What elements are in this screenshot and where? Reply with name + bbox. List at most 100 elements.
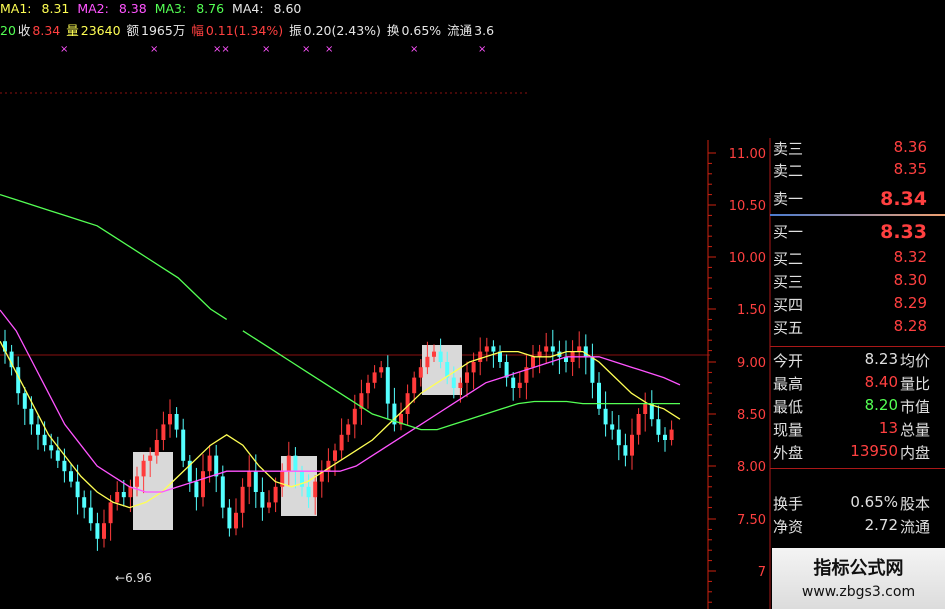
row-value: 8.40 [864,373,898,391]
candle-body [491,346,496,352]
quote-line: 20 收 8.34 量 23640 额 1965万 幅 0.11(1.34%) 振 0.20… [0,20,496,39]
row-label: 买一 [773,223,804,241]
candle-body [346,424,351,435]
candle-body [630,434,634,456]
amplitude-label: 振 [289,23,302,38]
row-label: 卖一 [773,190,804,208]
candle-body [306,486,311,498]
ma1-line [0,340,681,509]
row-value: 8.36 [893,138,927,156]
order-book-row[interactable]: 最高 8.40 量比 [770,373,945,395]
order-book-row[interactable]: 买四 8.29 [770,294,945,316]
candle-body [108,502,113,524]
candle-body [597,382,601,409]
ma-header: MA1: 8.31 MA2: 8.38 MA3: 8.76 MA4: 8.60 [0,1,305,16]
order-book-row[interactable]: 卖二 8.35 [770,160,945,182]
candle-body [95,523,100,539]
candle-body [161,424,166,440]
axis-tick-label: 8.00 [737,460,766,475]
candle-body [471,362,476,373]
ma-header-item: MA1: [0,1,32,16]
row-label: 净资 [773,518,804,536]
row-label: 现量 [773,421,804,439]
candle-body [603,408,608,425]
axis-tick-label: 11.00 [729,147,766,162]
signal-star-icon: × [60,44,69,55]
candle-body [286,455,291,472]
row-label: 买五 [773,319,804,337]
order-book-panel: 卖三 8.36 卖二 8.35 卖一 8.34 买一 8.33 买二 8.32 买三 8.30 买四 8.… [770,138,945,549]
candle-body [465,372,469,383]
order-book-row[interactable]: 净资 2.72 流通 [770,516,945,538]
row-value: 8.20 [864,396,898,414]
row-label-secondary: 总量 [900,421,931,439]
candle-body [550,346,555,352]
candle-body [458,382,463,388]
candle-body [333,450,337,461]
candle-body [432,351,436,357]
candle-body [405,393,410,414]
candle-body [293,455,298,472]
candle-body [418,367,423,378]
candle-body [643,403,648,414]
order-book-row[interactable]: 卖三 8.36 [770,138,945,160]
order-book-row[interactable]: 买一 8.33 [770,221,945,243]
close-value: 8.34 [32,23,61,38]
bid-ask-separator [770,214,945,216]
candle-body [240,486,245,513]
order-book-row[interactable]: 买三 8.30 [770,271,945,293]
panel-divider [770,468,945,469]
ma-header-value: 8.31 [41,1,70,16]
candle-body [438,351,443,362]
candle-body [425,356,430,368]
row-label-secondary: 均价 [900,352,931,370]
order-book-row[interactable]: 最低 8.20 市值 [770,396,945,418]
low-price-marker: ←6.96 [115,571,152,585]
row-label-secondary: 股本 [900,495,931,513]
ma-header-item: MA3: [154,1,187,16]
signal-star-icon: × [478,44,487,55]
axis-tick-label: 10.50 [729,199,766,214]
candle-body [313,481,318,498]
order-book-row[interactable]: 今开 8.23 均价 [770,350,945,372]
ma-header-value: 8.76 [196,1,225,16]
candle-body [636,414,641,435]
axis-tick-label: 7 [758,565,766,580]
candle-body [583,346,588,357]
signal-star-icon: × [302,44,311,55]
candle-body [214,455,219,477]
candle-body [69,471,73,482]
turnover-label: 换 [386,23,400,38]
order-book-row[interactable]: 换手 0.65% 股本 [770,493,945,515]
order-book-row[interactable]: 买五 8.28 [770,317,945,339]
candle-body [339,434,344,451]
ma-header-item: MA4: [232,1,264,16]
candle-body [148,455,153,461]
row-label: 外盘 [773,444,804,462]
row-value: 8.35 [893,160,927,178]
candle-body [484,346,489,352]
candle-body [663,434,667,440]
candle-body [181,429,186,461]
order-book-row[interactable]: 现量 13 总量 [770,419,945,441]
row-label: 今开 [773,352,804,370]
candle-body [201,471,205,498]
ma-header-value: 8.60 [273,1,302,16]
volume-label: 量 [66,23,79,38]
order-book-row[interactable]: 卖一 8.34 [770,188,945,210]
candle-body [29,408,34,425]
candle-body [537,351,542,357]
watermark-url: www.zbgs3.com [801,584,916,600]
order-book-row[interactable]: 外盘 13950 内盘 [770,442,945,464]
candle-body [517,382,522,388]
row-label-secondary: 内盘 [900,444,931,462]
row-value: 8.30 [893,271,927,289]
volume-value: 23640 [80,23,121,38]
candle-body [227,507,232,529]
candle-body [22,393,27,409]
order-book-row[interactable]: 买二 8.32 [770,248,945,270]
row-value: 13950 [850,442,898,460]
row-value: 8.28 [893,317,927,335]
candle-body [62,460,67,472]
amount-value: 1965万 [141,23,186,38]
